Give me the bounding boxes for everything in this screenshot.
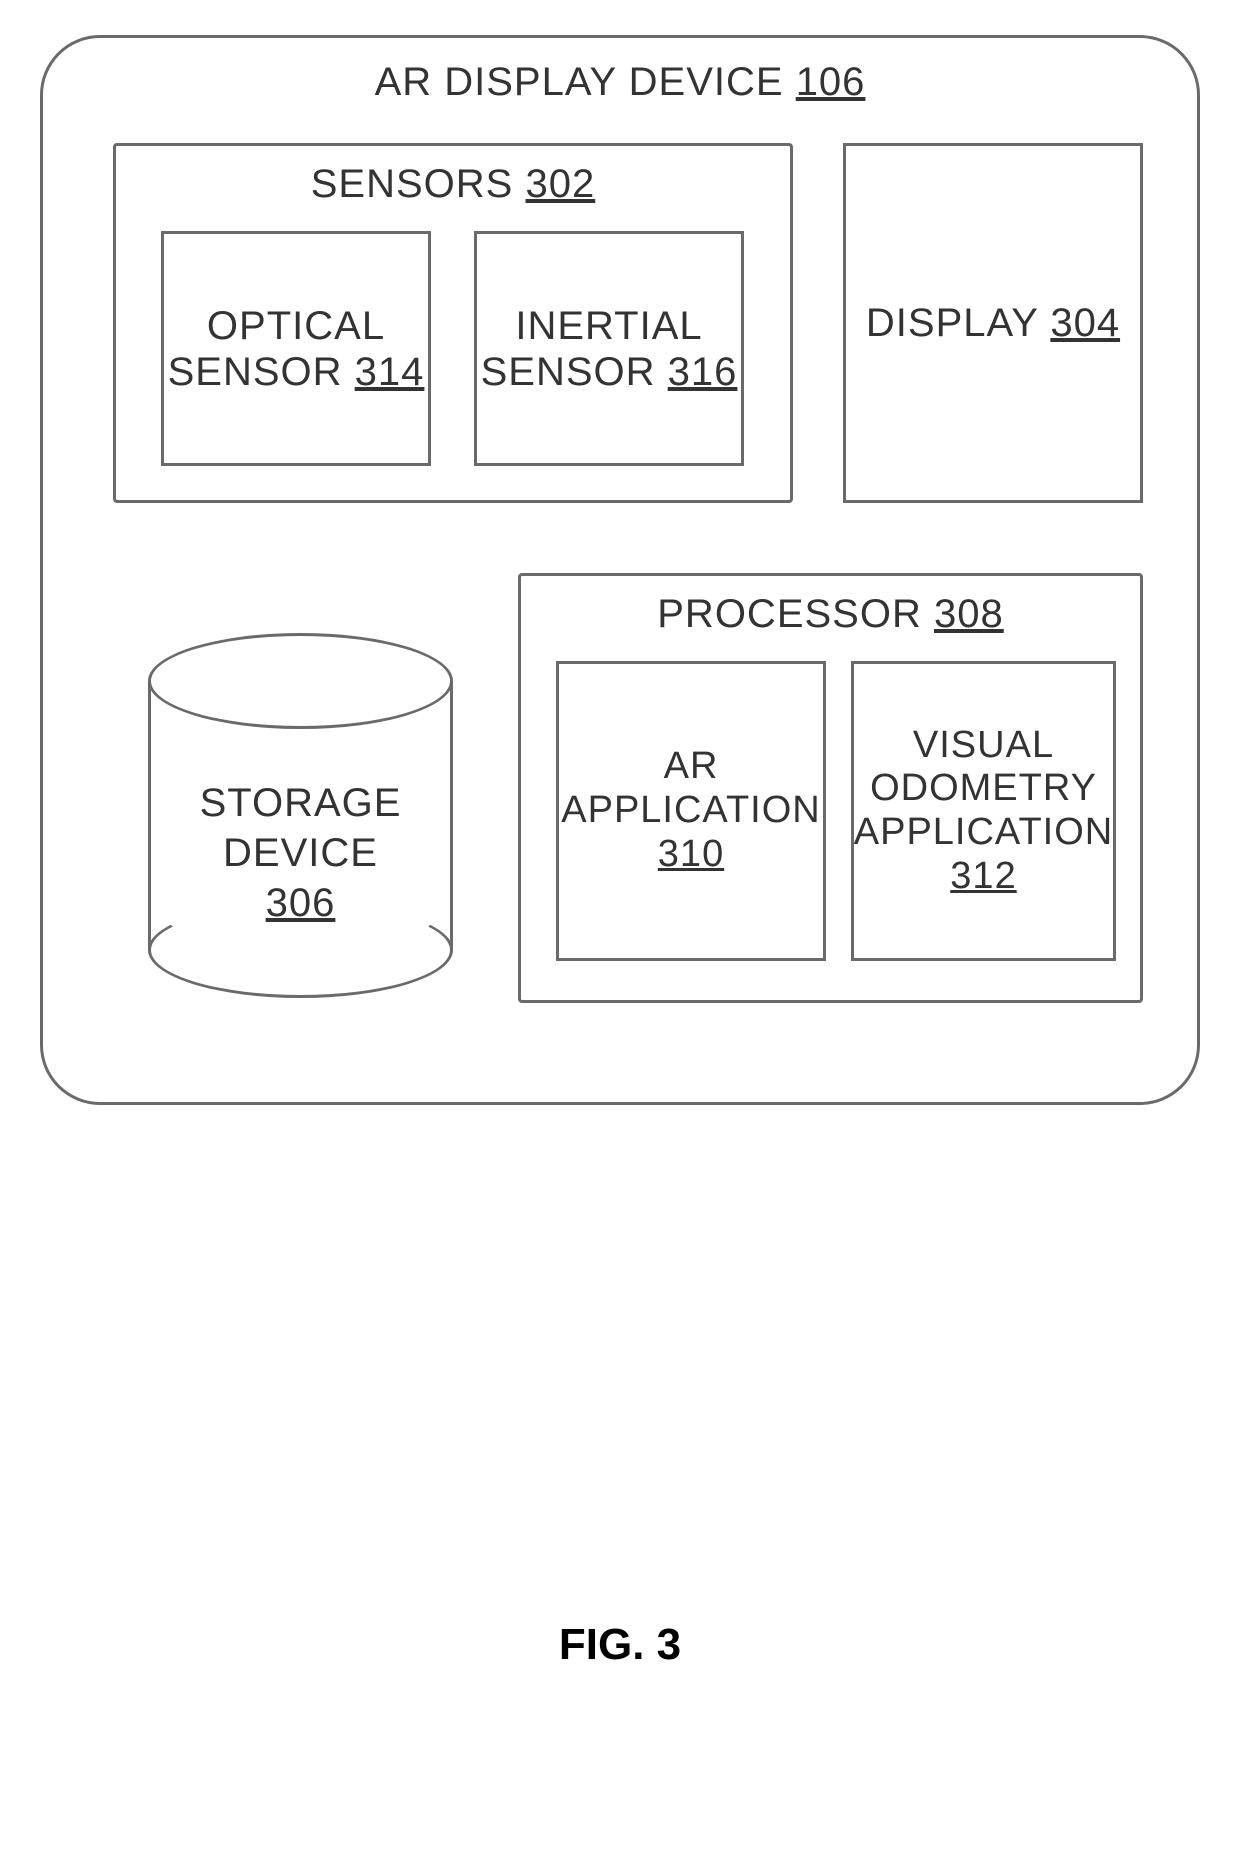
processor-title: PROCESSOR 308 xyxy=(521,592,1140,637)
diagram-page: AR DISPLAY DEVICE 106 SENSORS 302 OPTICA… xyxy=(0,0,1240,1870)
visual-odometry-application-block: VISUAL ODOMETRY APPLICATION 312 xyxy=(851,661,1116,961)
cylinder-top xyxy=(148,633,453,729)
optical-sensor-block: OPTICAL SENSOR 314 xyxy=(161,231,431,466)
vo-app-ref: 312 xyxy=(950,855,1016,899)
sensors-group: SENSORS 302 OPTICAL SENSOR 314 INERTIAL … xyxy=(113,143,793,503)
optical-line2: SENSOR 314 xyxy=(168,349,425,395)
storage-device-cylinder: STORAGE DEVICE 306 xyxy=(148,633,453,998)
processor-title-text: PROCESSOR xyxy=(657,592,922,636)
optical-ref: 314 xyxy=(355,350,425,394)
optical-line1: OPTICAL xyxy=(207,303,385,349)
processor-ref: 308 xyxy=(934,592,1004,636)
storage-line1: STORAGE DEVICE xyxy=(148,778,453,878)
inertial-sensor-block: INERTIAL SENSOR 316 xyxy=(474,231,744,466)
display-row: DISPLAY 304 xyxy=(866,300,1120,346)
sensors-ref: 302 xyxy=(525,162,595,206)
title-text: AR DISPLAY DEVICE xyxy=(375,60,784,104)
ar-app-line1: AR xyxy=(664,745,719,789)
ar-app-ref: 310 xyxy=(658,833,724,877)
sensors-title-text: SENSORS xyxy=(311,162,514,206)
vo-app-line1: VISUAL xyxy=(913,724,1054,768)
vo-app-line2: ODOMETRY xyxy=(870,767,1097,811)
sensors-title: SENSORS 302 xyxy=(116,162,790,207)
vo-app-line3: APPLICATION xyxy=(854,811,1113,855)
display-block: DISPLAY 304 xyxy=(843,143,1143,503)
ar-display-device-title: AR DISPLAY DEVICE 106 xyxy=(43,60,1197,105)
inertial-line1: INERTIAL xyxy=(515,303,702,349)
ar-application-block: AR APPLICATION 310 xyxy=(556,661,826,961)
ar-display-device-container: AR DISPLAY DEVICE 106 SENSORS 302 OPTICA… xyxy=(40,35,1200,1105)
title-ref: 106 xyxy=(796,60,866,104)
inertial-line2: SENSOR 316 xyxy=(481,349,738,395)
figure-caption: FIG. 3 xyxy=(0,1620,1240,1670)
inertial-ref: 316 xyxy=(668,350,738,394)
storage-ref: 306 xyxy=(148,878,453,928)
display-ref: 304 xyxy=(1050,301,1120,345)
storage-label: STORAGE DEVICE 306 xyxy=(148,778,453,928)
processor-group: PROCESSOR 308 AR APPLICATION 310 VISUAL … xyxy=(518,573,1143,1003)
ar-app-line2: APPLICATION xyxy=(561,789,820,833)
